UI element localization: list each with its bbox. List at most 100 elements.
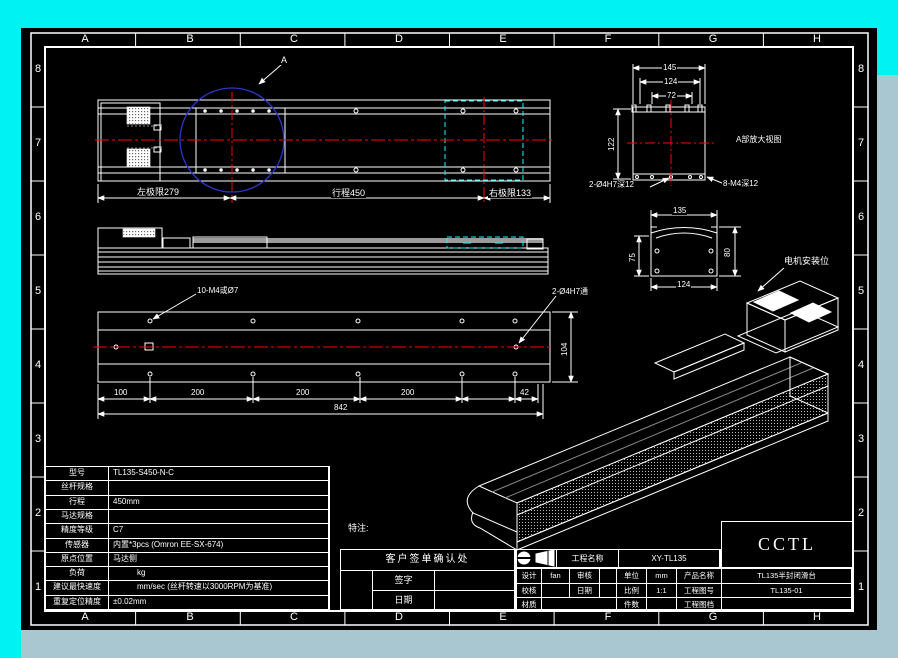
dim-total-length: 842 bbox=[333, 403, 349, 412]
zone-row-label: 8 bbox=[857, 63, 865, 75]
zone-row-label: 7 bbox=[34, 137, 42, 149]
zone-col-label: A bbox=[81, 611, 89, 623]
date-label: 日期 bbox=[570, 584, 600, 598]
dim-chain: 100 bbox=[113, 388, 129, 397]
zone-col-label: G bbox=[708, 33, 718, 45]
zone-row-label: 5 bbox=[857, 285, 865, 297]
motor-highlight bbox=[789, 302, 833, 323]
zone-row-label: 1 bbox=[857, 581, 865, 593]
check-label: 校核 bbox=[517, 584, 542, 598]
zone-row-label: 2 bbox=[857, 507, 865, 519]
dim-section-75: 75 bbox=[628, 252, 637, 263]
product-name-label: 产品名称 bbox=[677, 569, 722, 584]
side-view-drawing[interactable] bbox=[97, 227, 549, 275]
dim-detail-124: 124 bbox=[663, 77, 679, 86]
zone-col-label: B bbox=[186, 611, 194, 623]
dim-section-124: 124 bbox=[676, 280, 692, 289]
dim-stroke: 行程450 bbox=[331, 188, 367, 198]
drawing-no-label: 工程图号 bbox=[677, 584, 722, 598]
dim-chain: 200 bbox=[400, 388, 416, 397]
signature-area[interactable] bbox=[341, 571, 373, 610]
zone-col-label: E bbox=[499, 611, 507, 623]
spec-label: 丝杆规格 bbox=[46, 481, 109, 496]
projection-symbol-cell bbox=[517, 550, 557, 567]
zone-col-label: D bbox=[395, 33, 403, 45]
dim-detail-122: 122 bbox=[607, 136, 616, 152]
spec-table: 型号 TL135-S450-N-C 丝杆规格 行程 450mm 马达规格 精度等… bbox=[45, 466, 330, 611]
zone-row-label: 2 bbox=[34, 507, 42, 519]
sign-label: 签字 bbox=[373, 571, 435, 591]
zone-col-label: C bbox=[290, 33, 298, 45]
spec-value: ±0.02mm bbox=[109, 595, 329, 610]
zone-col-label: D bbox=[395, 611, 403, 623]
dim-body-width: 104 bbox=[560, 341, 569, 357]
review-label: 审核 bbox=[570, 569, 600, 584]
dim-section-80: 80 bbox=[723, 247, 732, 258]
spec-label: 精度等级 bbox=[46, 524, 109, 539]
date-field[interactable] bbox=[435, 590, 515, 610]
spec-label: 原点位置 bbox=[46, 552, 109, 568]
spec-label: 建议最快速度 bbox=[46, 581, 109, 596]
zone-row-label: 6 bbox=[34, 211, 42, 223]
zone-col-label: C bbox=[290, 611, 298, 623]
product-name-value: TL135半封闭滑台 bbox=[722, 569, 852, 584]
spec-value: C7 bbox=[109, 524, 329, 539]
zone-row-label: 1 bbox=[34, 581, 42, 593]
spec-value bbox=[109, 481, 329, 496]
scale-label: 比例 bbox=[617, 584, 647, 598]
bottom-view-drawing[interactable] bbox=[93, 293, 578, 419]
material-label: 材质 bbox=[517, 598, 542, 610]
date-label: 日期 bbox=[373, 590, 435, 610]
zone-row-label: 3 bbox=[857, 433, 865, 445]
drawing-file-value bbox=[722, 598, 852, 610]
motor-highlight bbox=[752, 290, 800, 312]
spec-value: mm/sec (丝杆转速以3000RPM为基准) bbox=[109, 581, 329, 596]
scale-value: 1:1 bbox=[647, 584, 677, 598]
zone-col-label: B bbox=[186, 33, 194, 45]
dim-section-135: 135 bbox=[672, 206, 688, 215]
spec-label: 重复定位精度 bbox=[46, 595, 109, 610]
spec-value: 450mm bbox=[109, 495, 329, 510]
zone-col-label: F bbox=[604, 33, 612, 45]
detail-a-title: A部放大视图 bbox=[735, 135, 783, 144]
design-value: fan bbox=[542, 569, 570, 584]
title-block: 设计 fan 审核 单位 mm 产品名称 TL135半封闭滑台 校核 日期 比例… bbox=[516, 568, 853, 611]
date-value bbox=[600, 584, 617, 598]
zone-row-label: 3 bbox=[34, 433, 42, 445]
spec-label: 行程 bbox=[46, 495, 109, 510]
detail-callout-label: A bbox=[280, 55, 289, 65]
company-name: CCTL bbox=[757, 534, 816, 554]
company-logo-box: CCTL bbox=[721, 521, 853, 568]
spec-label: 负荷 bbox=[46, 567, 109, 582]
label-motor-mount: 电机安装位 bbox=[783, 256, 831, 266]
sign-field[interactable] bbox=[435, 571, 515, 591]
label-tap-depth: 8-M4深12 bbox=[722, 179, 760, 188]
drawing-no-value: TL135-01 bbox=[722, 584, 852, 598]
label-dowel-holes: 2-Ø4H7通 bbox=[551, 287, 590, 296]
title-block-row1: 工程名称 XY-TL135 bbox=[516, 549, 721, 568]
customer-signature-box: 客户签单确认处 签字 日期 bbox=[340, 549, 516, 611]
top-view-drawing[interactable] bbox=[95, 64, 553, 203]
spec-label: 马达规格 bbox=[46, 509, 109, 525]
label-mounting-holes: 10-M4或Ø7 bbox=[196, 286, 240, 295]
drawing-file-label: 工程图档 bbox=[677, 598, 722, 610]
check-value bbox=[542, 584, 570, 598]
signature-box-title: 客户签单确认处 bbox=[341, 550, 515, 571]
zone-row-label: 4 bbox=[857, 359, 865, 371]
zone-col-label: G bbox=[708, 611, 718, 623]
zone-col-label: H bbox=[813, 611, 821, 623]
zone-col-label: H bbox=[813, 33, 821, 45]
remark-label: 特注: bbox=[347, 523, 370, 533]
spec-value: TL135-S450-N-C bbox=[109, 467, 329, 482]
spec-value: 马达侧 bbox=[109, 552, 329, 568]
zone-row-label: 6 bbox=[857, 211, 865, 223]
isometric-view-drawing[interactable] bbox=[466, 280, 840, 551]
section-view-drawing[interactable] bbox=[634, 210, 785, 292]
dim-chain: 200 bbox=[190, 388, 206, 397]
dim-detail-72: 72 bbox=[666, 91, 677, 100]
spec-value bbox=[109, 509, 329, 525]
unit-value: mm bbox=[647, 569, 677, 584]
project-name-value: XY-TL135 bbox=[619, 550, 720, 567]
zone-col-label: A bbox=[81, 33, 89, 45]
spec-value: 内置*3pcs (Omron EE-SX-674) bbox=[109, 538, 329, 553]
